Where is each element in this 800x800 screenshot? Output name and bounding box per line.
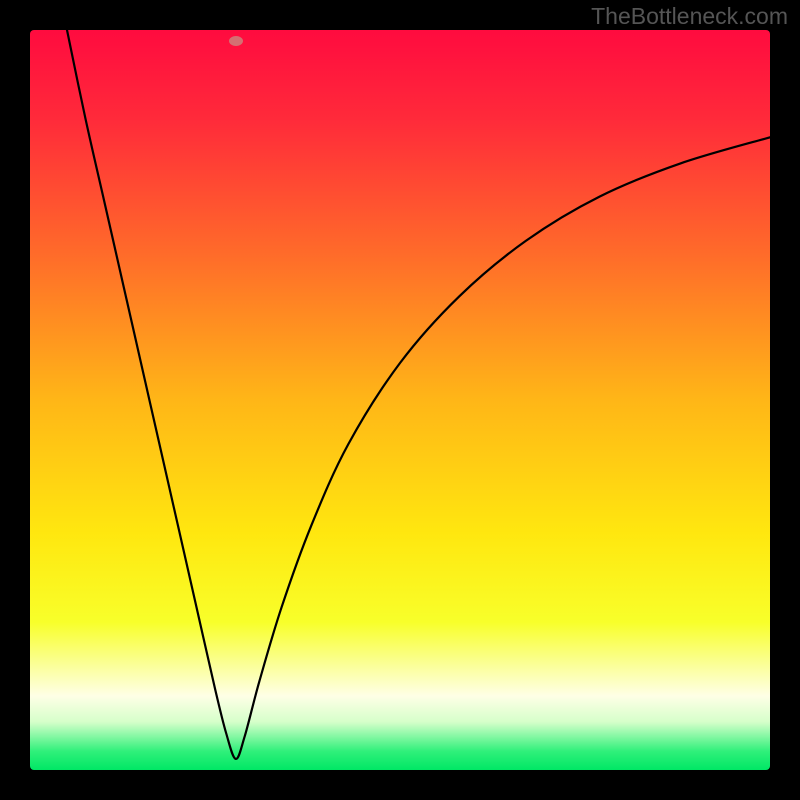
bottleneck-curve (30, 30, 770, 770)
watermark-text: TheBottleneck.com (591, 3, 788, 30)
plot-area (30, 30, 770, 770)
minimum-marker (229, 36, 243, 46)
chart-frame: TheBottleneck.com (0, 0, 800, 800)
